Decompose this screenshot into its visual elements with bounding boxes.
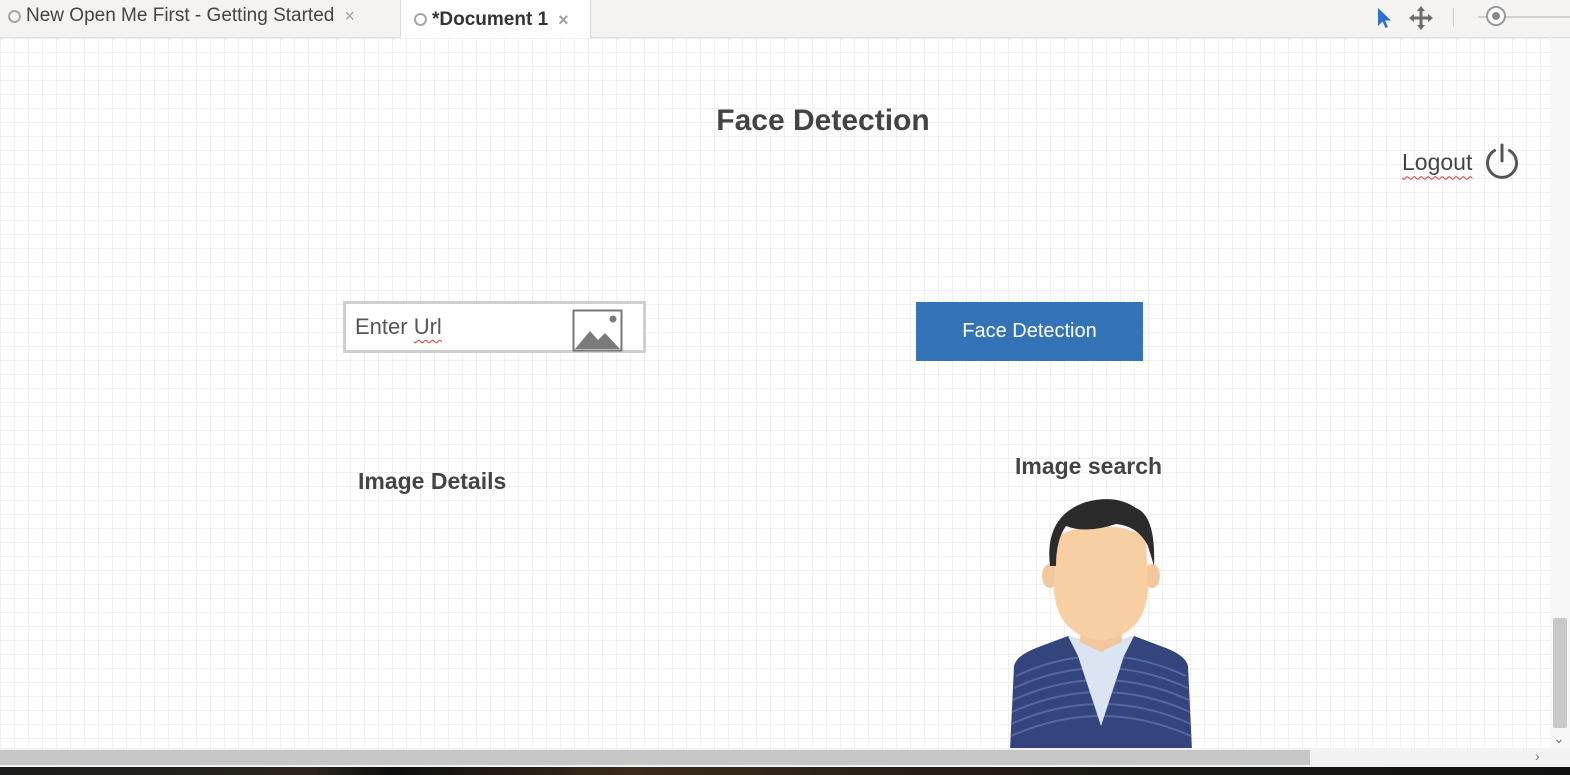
tab-label: *Document 1 (432, 8, 549, 30)
toolbar (1310, 0, 1570, 36)
logout-label: Logout (1402, 148, 1473, 175)
face-detection-button[interactable]: Face Detection (916, 302, 1143, 361)
pointer-icon[interactable] (1374, 6, 1394, 30)
tab-getting-started[interactable]: New Open Me First - Getting Started × (8, 0, 393, 35)
tab-status-circle-icon (8, 9, 21, 23)
url-input[interactable]: Enter Url (343, 301, 646, 353)
desktop-strip (0, 767, 1570, 775)
tab-document-1[interactable]: *Document 1 × (400, 0, 591, 39)
image-details-heading: Image Details (358, 468, 507, 494)
vertical-scroll-thumb[interactable] (1553, 618, 1567, 728)
logout-button[interactable]: Logout (1402, 142, 1522, 182)
url-placeholder-prefix: Enter (355, 314, 414, 339)
app-window: New Open Me First - Getting Started × *D… (0, 0, 1570, 775)
scroll-right-icon[interactable]: › (1535, 748, 1540, 764)
vertical-scrollbar[interactable]: ⌄ (1550, 38, 1570, 748)
power-icon[interactable] (1482, 142, 1522, 182)
move-icon[interactable] (1408, 5, 1434, 31)
horizontal-scroll-thumb[interactable] (0, 750, 1310, 765)
image-search-heading: Image search (1015, 453, 1163, 479)
tab-label: New Open Me First - Getting Started (26, 5, 335, 26)
tab-bar: New Open Me First - Getting Started × *D… (0, 0, 1570, 39)
url-input-placeholder: Enter Url (355, 314, 442, 340)
tab-close-icon[interactable]: × (344, 7, 355, 25)
toolbar-separator (1453, 8, 1454, 26)
tab-status-circle-icon (414, 13, 427, 26)
design-canvas[interactable]: Face Detection Logout Enter Url Face Det… (0, 38, 1550, 748)
tab-close-icon[interactable]: × (558, 11, 569, 29)
zoom-slider-knob[interactable] (1486, 6, 1506, 26)
scroll-corner (1550, 748, 1570, 767)
horizontal-scrollbar[interactable]: › (0, 748, 1550, 767)
scroll-down-icon[interactable]: ⌄ (1553, 730, 1565, 747)
url-placeholder-word: Url (413, 314, 442, 339)
page-title: Face Detection (716, 104, 930, 137)
image-icon[interactable] (572, 309, 623, 352)
avatar (1010, 499, 1192, 748)
